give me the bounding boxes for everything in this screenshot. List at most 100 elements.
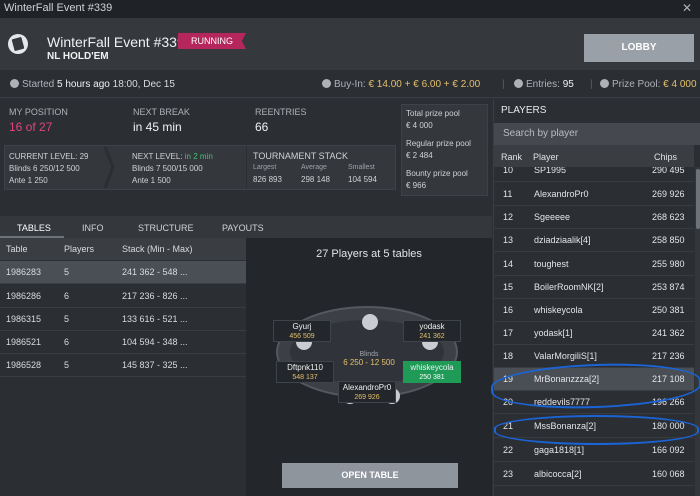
player-name: SP1995 [534,167,567,175]
buyin-label: Buy-In: [334,79,366,90]
started-info: Started 5 hours ago 18:00, Dec 15 [10,79,175,90]
window-title: WinterFall Event #339 [4,2,113,14]
list-item[interactable]: 23 albicocca[2] 160 068 [494,463,694,486]
total-pool-value: € 4 000 [406,121,433,130]
my-position-label: MY POSITION [9,107,68,117]
table-row[interactable]: 1986315 5 133 616 - 521 ... [0,308,246,331]
next-level-label: NEXT LEVEL: [132,152,183,161]
seat-icon[interactable] [362,314,378,330]
table-row[interactable]: 1986283 5 241 362 - 548 ... [0,261,246,284]
stack-label: TOURNAMENT STACK [253,151,349,161]
table-players: 6 [64,337,70,347]
col-rank[interactable]: Rank [501,152,522,162]
lobby-button[interactable]: LOBBY [584,34,694,62]
players-panel: PLAYERS Search by player Rank Player Chi… [490,99,700,496]
current-blinds: Blinds 6 250/12 500 [9,164,80,173]
col-chips[interactable]: Chips [654,152,677,162]
seat-player-name: Gyurj [292,322,312,331]
table-row[interactable]: 1986286 6 217 236 - 826 ... [0,285,246,308]
list-item[interactable]: 14 toughest 255 980 [494,253,694,276]
scrollbar-thumb[interactable] [696,169,700,229]
table-row[interactable]: 1986521 6 104 594 - 348 ... [0,331,246,354]
close-icon[interactable]: ✕ [682,1,692,15]
level-box: CURRENT LEVEL: 29 Blinds 6 250/12 500 An… [4,145,396,190]
players-list: 10 SP1995 290 495 11 AlexandroPr0 269 926 12… [494,167,694,496]
col-players[interactable]: Players [64,244,94,254]
tab-structure[interactable]: STRUCTURE [138,223,194,233]
entries-value: 95 [562,79,574,90]
tab-payouts[interactable]: PAYOUTS [222,223,264,233]
player-chips: 217 236 [652,351,685,361]
player-chips: 253 874 [652,282,685,292]
stack-largest-label: Largest [253,164,277,171]
player-name: AlexandroPr0 [534,189,589,199]
table-id: 1986521 [6,337,42,347]
open-table-button[interactable]: OPEN TABLE [282,463,458,488]
started-label: Started [22,79,55,90]
total-pool-label: Total prize pool [406,109,460,118]
table-id: 1986315 [6,314,42,324]
col-stack[interactable]: Stack (Min - Max) [122,244,193,254]
window-titlebar: WinterFall Event #339 ✕ [0,0,700,18]
player-name: dziadziaalik[4] [534,235,591,245]
people-icon [514,79,523,88]
player-name: yodask[1] [534,328,573,338]
seat-player-name: yodask [419,322,445,331]
annotation-circle [494,415,699,445]
list-item[interactable]: 13 dziadziaalik[4] 258 850 [494,229,694,252]
col-table[interactable]: Table [6,244,28,254]
tab-bar: TABLES INFO STRUCTURE PAYOUTS [0,216,492,238]
table-id: 1986286 [6,291,42,301]
player-chips: 160 068 [652,469,685,479]
player-search-input[interactable]: Search by player [494,123,700,145]
seat-plate[interactable]: Gyurj 456 509 [273,320,331,342]
entries-info: Entries: 95 [514,79,574,90]
reentries-label: REENTRIES [255,107,307,117]
seat-plate[interactable]: AlexandroPr0 269 926 [338,381,396,403]
blinds-value: 6 250 - 12 500 [343,358,395,367]
stack-average-label: Average [301,164,327,171]
list-item[interactable]: 10 SP1995 290 495 [494,167,694,182]
next-break-label: NEXT BREAK [133,107,190,117]
list-item[interactable]: 12 Sgeeeee 268 623 [494,206,694,229]
tables-list: Table Players Stack (Min - Max) 1986283 … [0,238,246,496]
player-name: ValarMorgiliS[1] [534,351,597,361]
divider [246,146,247,189]
player-chips: 269 926 [652,189,685,199]
players-scrollbar[interactable] [695,167,700,496]
list-item[interactable]: 17 yodask[1] 241 362 [494,322,694,345]
next-break-value: in 45 min [133,120,182,134]
current-level-value: 29 [79,152,89,161]
player-rank: 12 [503,212,514,222]
search-placeholder: Search by player [503,128,579,139]
stack-smallest: 104 594 [348,175,377,184]
table-blinds: Blinds 6 250 - 12 500 [246,351,492,367]
seat-plate[interactable]: yodask 241 362 [403,320,461,342]
event-header: WinterFall Event #339 NL HOLD'EM RUNNING… [0,18,700,70]
prize-value: € 4 000 [663,79,697,90]
player-rank: 18 [503,351,514,361]
next-level-value: in 2 min [184,152,213,161]
status-badge: RUNNING [178,33,246,49]
player-rank: 23 [503,469,514,479]
list-item[interactable]: 16 whiskeycola 250 381 [494,299,694,322]
tab-info[interactable]: INFO [82,223,104,233]
seat-player-chips: 548 137 [292,374,318,381]
player-rank: 17 [503,328,514,338]
table-stack: 104 594 - 348 ... [122,337,188,347]
list-item[interactable]: 15 BoilerRoomNK[2] 253 874 [494,276,694,299]
bounty-pool-value: € 966 [406,181,427,190]
tab-tables[interactable]: TABLES [17,223,51,233]
players-header: Rank Player Chips [494,145,694,167]
table-row[interactable]: 1986528 5 145 837 - 325 ... [0,354,246,377]
table-players: 5 [64,267,70,277]
next-level: NEXT LEVEL: in 2 min [132,152,213,161]
event-title: WinterFall Event #339 [47,34,185,50]
prize-pool-box: Total prize pool € 4 000 Regular prize p… [401,104,488,196]
table-stack: 145 837 - 325 ... [122,360,188,370]
list-item[interactable]: 11 AlexandroPr0 269 926 [494,183,694,206]
prize-pool-info: Prize Pool: € 4 000 [600,79,697,90]
seat-player-chips: 250 381 [419,374,445,381]
col-player[interactable]: Player [533,152,559,162]
player-rank: 22 [503,445,514,455]
